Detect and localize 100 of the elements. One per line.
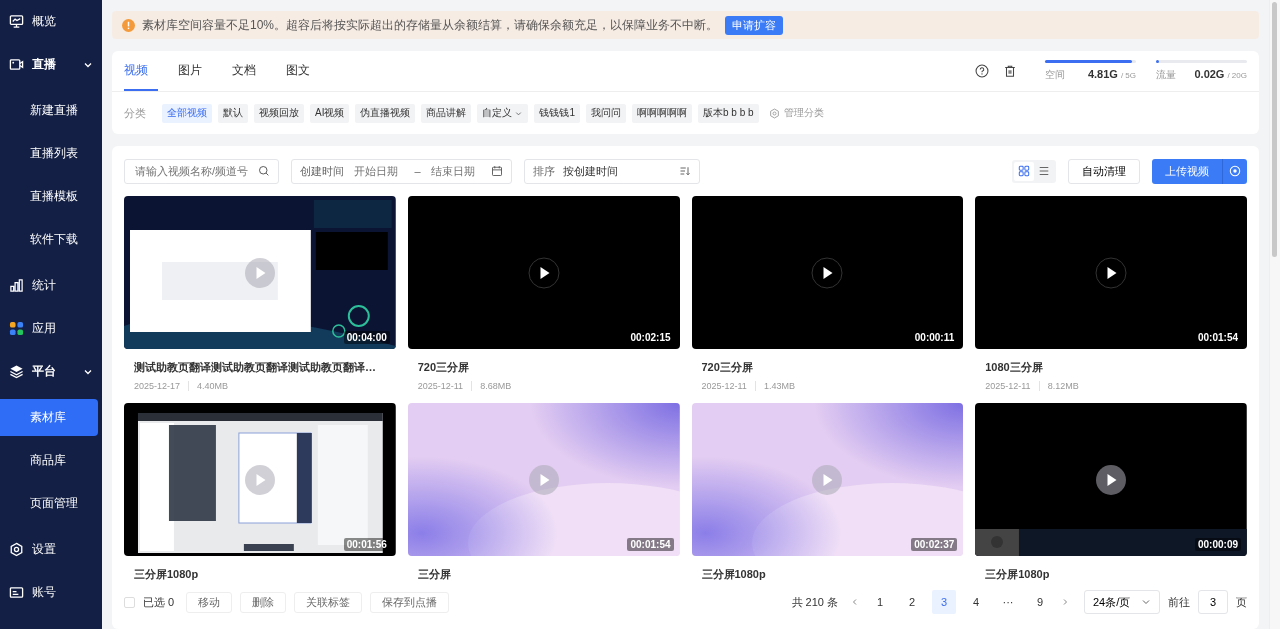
- video-size: 8.12MB: [1047, 381, 1079, 391]
- caret-icon: [1141, 597, 1151, 607]
- video-title[interactable]: 三分屏: [417, 567, 680, 582]
- nav-subitem[interactable]: 直播列表: [0, 135, 98, 172]
- category-chip[interactable]: 默认: [218, 103, 248, 123]
- auto-clean-button[interactable]: 自动清理: [1068, 158, 1140, 184]
- range-separator: –: [414, 165, 421, 177]
- page-button[interactable]: ···: [996, 590, 1020, 614]
- page-size-select[interactable]: 24条/页: [1084, 590, 1160, 614]
- category-chip[interactable]: 商品讲解: [421, 103, 472, 123]
- start-date-input[interactable]: 开始日期: [352, 164, 407, 178]
- category-chip[interactable]: 全部视频: [162, 103, 212, 123]
- category-chip[interactable]: 自定义: [477, 103, 529, 123]
- list-icon: [1038, 165, 1050, 177]
- page-button[interactable]: 4: [964, 590, 988, 614]
- play-icon[interactable]: [1095, 463, 1128, 496]
- expand-capacity-button[interactable]: 申请扩容: [725, 15, 784, 35]
- nav-subitem[interactable]: 素材库: [0, 399, 98, 436]
- category-chip[interactable]: 钱钱钱1: [534, 103, 580, 123]
- nav-subitem[interactable]: 页面管理: [0, 485, 98, 522]
- calendar-icon: [491, 165, 503, 177]
- page-button[interactable]: 2: [900, 590, 924, 614]
- page-suffix: 页: [1236, 594, 1247, 610]
- nav-item[interactable]: 账号: [0, 571, 102, 614]
- meter-total: / 20G: [1227, 71, 1247, 80]
- tab[interactable]: 图文: [286, 51, 320, 91]
- nav-subitem[interactable]: 直播模板: [0, 178, 98, 215]
- page-button[interactable]: 9: [1028, 590, 1052, 614]
- goto-page-field[interactable]: 3: [1198, 590, 1228, 614]
- video-date: 2025-12-11: [985, 381, 1031, 391]
- video-title[interactable]: 三分屏1080p: [134, 567, 396, 582]
- video-date: 2025-12-11: [701, 381, 747, 391]
- video-title[interactable]: 三分屏1080p: [985, 567, 1247, 582]
- video-date: 2025-12-17: [134, 381, 181, 391]
- category-chip[interactable]: 我问问: [586, 103, 626, 123]
- nav-item[interactable]: 设置: [0, 528, 102, 571]
- category-chip[interactable]: 视频回放: [254, 103, 304, 123]
- upload-options-button[interactable]: [1222, 158, 1247, 184]
- nav-subitem[interactable]: 软件下载: [0, 221, 98, 258]
- video-date: 2025-12-11: [417, 381, 464, 391]
- apps-icon: [9, 321, 24, 336]
- video-size: 4.40MB: [197, 381, 229, 391]
- duration-badge: 00:02:37: [911, 538, 958, 551]
- tab[interactable]: 文档: [232, 51, 266, 91]
- category-chip[interactable]: 啊啊啊啊啊: [632, 103, 692, 123]
- trash-icon[interactable]: [1003, 64, 1017, 78]
- play-icon[interactable]: [1095, 256, 1128, 289]
- select-all-checkbox[interactable]: [124, 596, 135, 608]
- grid-view-button[interactable]: [1014, 161, 1034, 181]
- page-button[interactable]: 3: [932, 590, 956, 614]
- help-icon[interactable]: [975, 64, 989, 78]
- date-range-field[interactable]: 创建时间 开始日期 – 结束日期: [291, 158, 512, 184]
- video-title[interactable]: 720三分屏: [417, 360, 680, 375]
- tab[interactable]: 图片: [178, 51, 212, 91]
- nav-item[interactable]: 平台: [0, 350, 102, 393]
- sort-select[interactable]: 排序 按创建时间: [524, 158, 700, 184]
- nav-subitem[interactable]: 商品库: [0, 442, 98, 479]
- batch-action-button[interactable]: 保存到点播: [370, 591, 450, 613]
- play-icon[interactable]: [527, 256, 560, 289]
- category-label: 分类: [124, 105, 146, 121]
- bar-chart-icon: [9, 278, 24, 293]
- settings-icon: [9, 542, 24, 557]
- duration-badge: 00:04:00: [343, 331, 390, 344]
- batch-action-button[interactable]: 关联标签: [294, 591, 363, 613]
- total-count: 共 210 条: [791, 594, 838, 610]
- video-title[interactable]: 三分屏1080p: [701, 567, 964, 582]
- meter-value: 0.02G: [1194, 68, 1225, 80]
- video-title[interactable]: 1080三分屏: [985, 360, 1247, 375]
- nav-item[interactable]: 直播: [0, 43, 102, 86]
- id-card-icon: [9, 585, 24, 600]
- video-title[interactable]: 720三分屏: [701, 360, 964, 375]
- meter-label: 流量: [1156, 68, 1177, 82]
- scrollbar[interactable]: [1269, 0, 1280, 629]
- nav-subitem[interactable]: 新建直播: [0, 92, 98, 129]
- duration-badge: 00:02:15: [627, 331, 674, 344]
- batch-action-button[interactable]: 移动: [186, 591, 233, 613]
- meter-total: / 5G: [1120, 71, 1136, 80]
- layers-icon: [9, 364, 24, 379]
- upload-video-button[interactable]: 上传视频: [1152, 158, 1222, 184]
- search-field[interactable]: 请输入视频名称/频道号: [124, 158, 279, 184]
- category-chip[interactable]: 伪直播视频: [355, 103, 416, 123]
- nav-item[interactable]: 概览: [0, 0, 102, 43]
- nav-item[interactable]: 应用: [0, 307, 102, 350]
- warning-icon: [122, 18, 135, 32]
- tab[interactable]: 视频: [124, 51, 158, 91]
- nav-item[interactable]: 统计: [0, 264, 102, 307]
- category-chip[interactable]: AI视频: [310, 103, 350, 123]
- sort-icon: [679, 165, 691, 177]
- camera-icon: [9, 57, 24, 72]
- video-title[interactable]: 测试助教页翻译测试助教页翻译测试助教页翻译…: [134, 360, 396, 375]
- end-date-input[interactable]: 结束日期: [428, 164, 483, 178]
- video-size: 1.43MB: [763, 381, 795, 391]
- date-label: 创建时间: [300, 163, 344, 179]
- sort-label: 排序: [533, 163, 555, 179]
- warning-text: 素材库空间容量不足10%。超容后将按实际超出的存储量从余额结算，请确保余额充足，以保障业务不中断。: [142, 16, 719, 34]
- category-chip[interactable]: 版本b b b b: [698, 103, 759, 123]
- search-icon: [258, 165, 270, 177]
- page-button[interactable]: 1: [868, 590, 892, 614]
- batch-action-button[interactable]: 删除: [240, 591, 287, 613]
- play-icon[interactable]: [811, 256, 844, 289]
